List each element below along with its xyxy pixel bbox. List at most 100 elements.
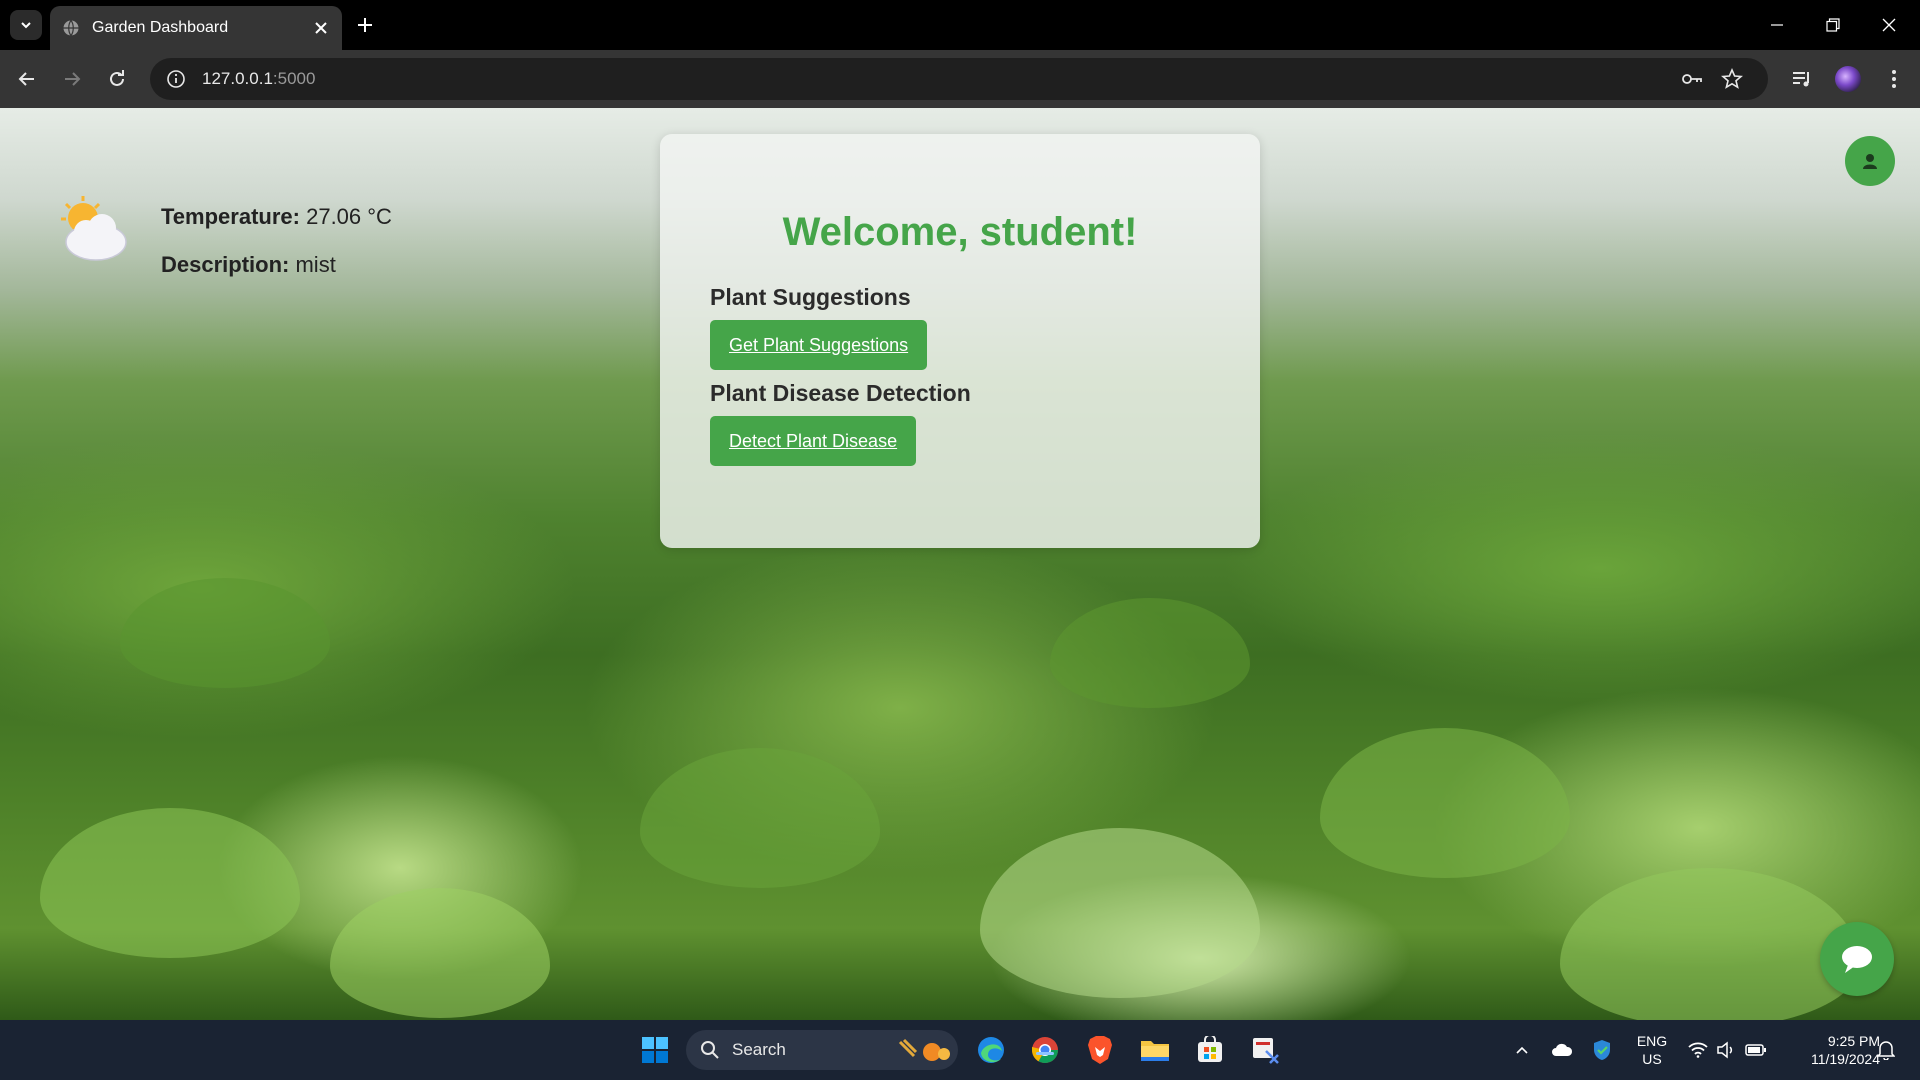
region-code: US [1642, 1051, 1662, 1067]
plus-icon [358, 18, 372, 32]
clock-time: 9:25 PM [1827, 1033, 1880, 1049]
temperature-value: 27.06 °C [306, 204, 392, 229]
leaf-decoration [40, 808, 300, 958]
leaf-decoration [640, 748, 880, 888]
brave-lion-icon [1088, 1036, 1112, 1064]
taskbar-chrome[interactable] [1025, 1030, 1065, 1070]
close-window-button[interactable] [1874, 10, 1904, 40]
leaf-decoration [980, 828, 1260, 998]
new-tab-button[interactable] [352, 12, 378, 38]
active-app-indicator [1036, 1052, 1054, 1055]
taskbar-snipping-tool[interactable] [1245, 1030, 1285, 1070]
avatar [1835, 66, 1861, 92]
reload-icon [110, 70, 124, 86]
restore-button[interactable] [1818, 10, 1848, 40]
plant-disease-detection-heading: Plant Disease Detection [710, 380, 971, 406]
tab-garden-dashboard[interactable]: Garden Dashboard [50, 6, 342, 50]
tab-search-button[interactable] [10, 10, 42, 40]
page-background: Temperature: 27.06 °C Description: mist … [0, 108, 1920, 1020]
cloud-icon [1552, 1043, 1573, 1056]
taskbar-brave[interactable] [1080, 1030, 1120, 1070]
folder-icon [1141, 1041, 1169, 1061]
queue-music-icon [1793, 72, 1809, 87]
plant-suggestions-heading: Plant Suggestions [710, 284, 911, 310]
taskbar-clock[interactable]: 9:25 PM 11/19/2024 [1780, 1032, 1880, 1068]
taskbar-file-explorer[interactable] [1135, 1030, 1175, 1070]
address-bar[interactable]: 127.0.0.1:5000 [150, 58, 1768, 100]
description-value: mist [295, 252, 336, 277]
more-vertical-icon [1892, 70, 1896, 88]
chat-bubble-icon [1842, 946, 1872, 973]
store-icon [1198, 1036, 1222, 1062]
temperature-label: Temperature: [161, 204, 300, 229]
user-profile-button[interactable] [1845, 136, 1895, 186]
welcome-card: Welcome, student! Plant Suggestions Get … [660, 134, 1260, 548]
leaf-decoration [120, 578, 330, 688]
taskbar: Search ENG US 9:25 PM 11/19/2024 [0, 1020, 1920, 1080]
browser-tab-bar: Garden Dashboard [0, 0, 1920, 50]
weather-widget: Temperature: 27.06 °C Description: mist [58, 194, 418, 294]
minimize-button[interactable] [1762, 10, 1792, 40]
language-code: ENG [1636, 1033, 1668, 1049]
volume-tray[interactable] [1714, 1038, 1738, 1062]
temperature-row: Temperature: 27.06 °C [161, 204, 392, 230]
search-placeholder: Search [732, 1040, 786, 1059]
shield-icon [1594, 1040, 1610, 1060]
leaf-decoration [1560, 868, 1860, 1020]
onedrive-tray[interactable] [1550, 1038, 1574, 1062]
menu-button[interactable] [1880, 65, 1908, 93]
close-icon[interactable] [312, 19, 330, 37]
user-icon [1863, 154, 1877, 169]
description-label: Description: [161, 252, 290, 277]
password-key-icon[interactable] [1680, 67, 1704, 91]
media-controls-button[interactable] [1788, 65, 1816, 93]
search-highlight-icon [898, 1038, 950, 1061]
minimize-icon [1771, 24, 1783, 26]
leaf-decoration [1320, 728, 1570, 878]
get-plant-suggestions-button[interactable]: Get Plant Suggestions [710, 320, 928, 370]
language-indicator[interactable]: ENG US [1634, 1032, 1670, 1068]
chrome-icon [1031, 1037, 1059, 1064]
reload-button[interactable] [101, 63, 133, 95]
defender-tray[interactable] [1590, 1038, 1614, 1062]
chevron-down-icon [21, 22, 31, 29]
restore-icon [1826, 18, 1840, 32]
chat-button[interactable] [1820, 922, 1894, 996]
leaf-decoration [1050, 598, 1250, 708]
profile-button[interactable] [1834, 65, 1862, 93]
edge-icon [978, 1037, 1004, 1063]
search-icon [701, 1041, 719, 1059]
arrow-right-icon [65, 72, 81, 86]
back-button[interactable] [11, 63, 43, 95]
detect-plant-disease-button[interactable]: Detect Plant Disease [710, 416, 917, 466]
bell-icon [1877, 1041, 1895, 1060]
arrow-left-icon [18, 72, 34, 86]
speaker-icon [1717, 1041, 1733, 1059]
browser-toolbar: 127.0.0.1:5000 [0, 50, 1920, 108]
wifi-tray[interactable] [1686, 1038, 1710, 1062]
battery-tray[interactable] [1744, 1038, 1768, 1062]
taskbar-edge[interactable] [971, 1030, 1011, 1070]
url-port: :5000 [272, 69, 316, 88]
page-title: Welcome, student! [782, 210, 1138, 254]
show-hidden-icons-button[interactable] [1510, 1038, 1534, 1062]
close-icon [1882, 18, 1896, 32]
forward-button[interactable] [56, 63, 88, 95]
chevron-up-icon [1516, 1046, 1528, 1054]
windows-logo-icon [642, 1037, 668, 1063]
globe-icon [63, 20, 79, 36]
battery-icon [1745, 1044, 1766, 1056]
taskbar-search[interactable]: Search [686, 1030, 958, 1070]
site-info-icon[interactable] [166, 69, 186, 89]
description-row: Description: mist [161, 252, 336, 278]
tab-title: Garden Dashboard [92, 19, 229, 36]
snipping-tool-icon [1253, 1038, 1279, 1064]
wifi-icon [1688, 1042, 1708, 1058]
star-icon[interactable] [1720, 67, 1744, 91]
url-host: 127.0.0.1 [202, 69, 273, 88]
clock-date: 11/19/2024 [1810, 1051, 1880, 1067]
taskbar-store[interactable] [1190, 1030, 1230, 1070]
start-button[interactable] [635, 1030, 675, 1070]
leaf-decoration [330, 888, 550, 1018]
notifications-button[interactable] [1874, 1038, 1898, 1062]
